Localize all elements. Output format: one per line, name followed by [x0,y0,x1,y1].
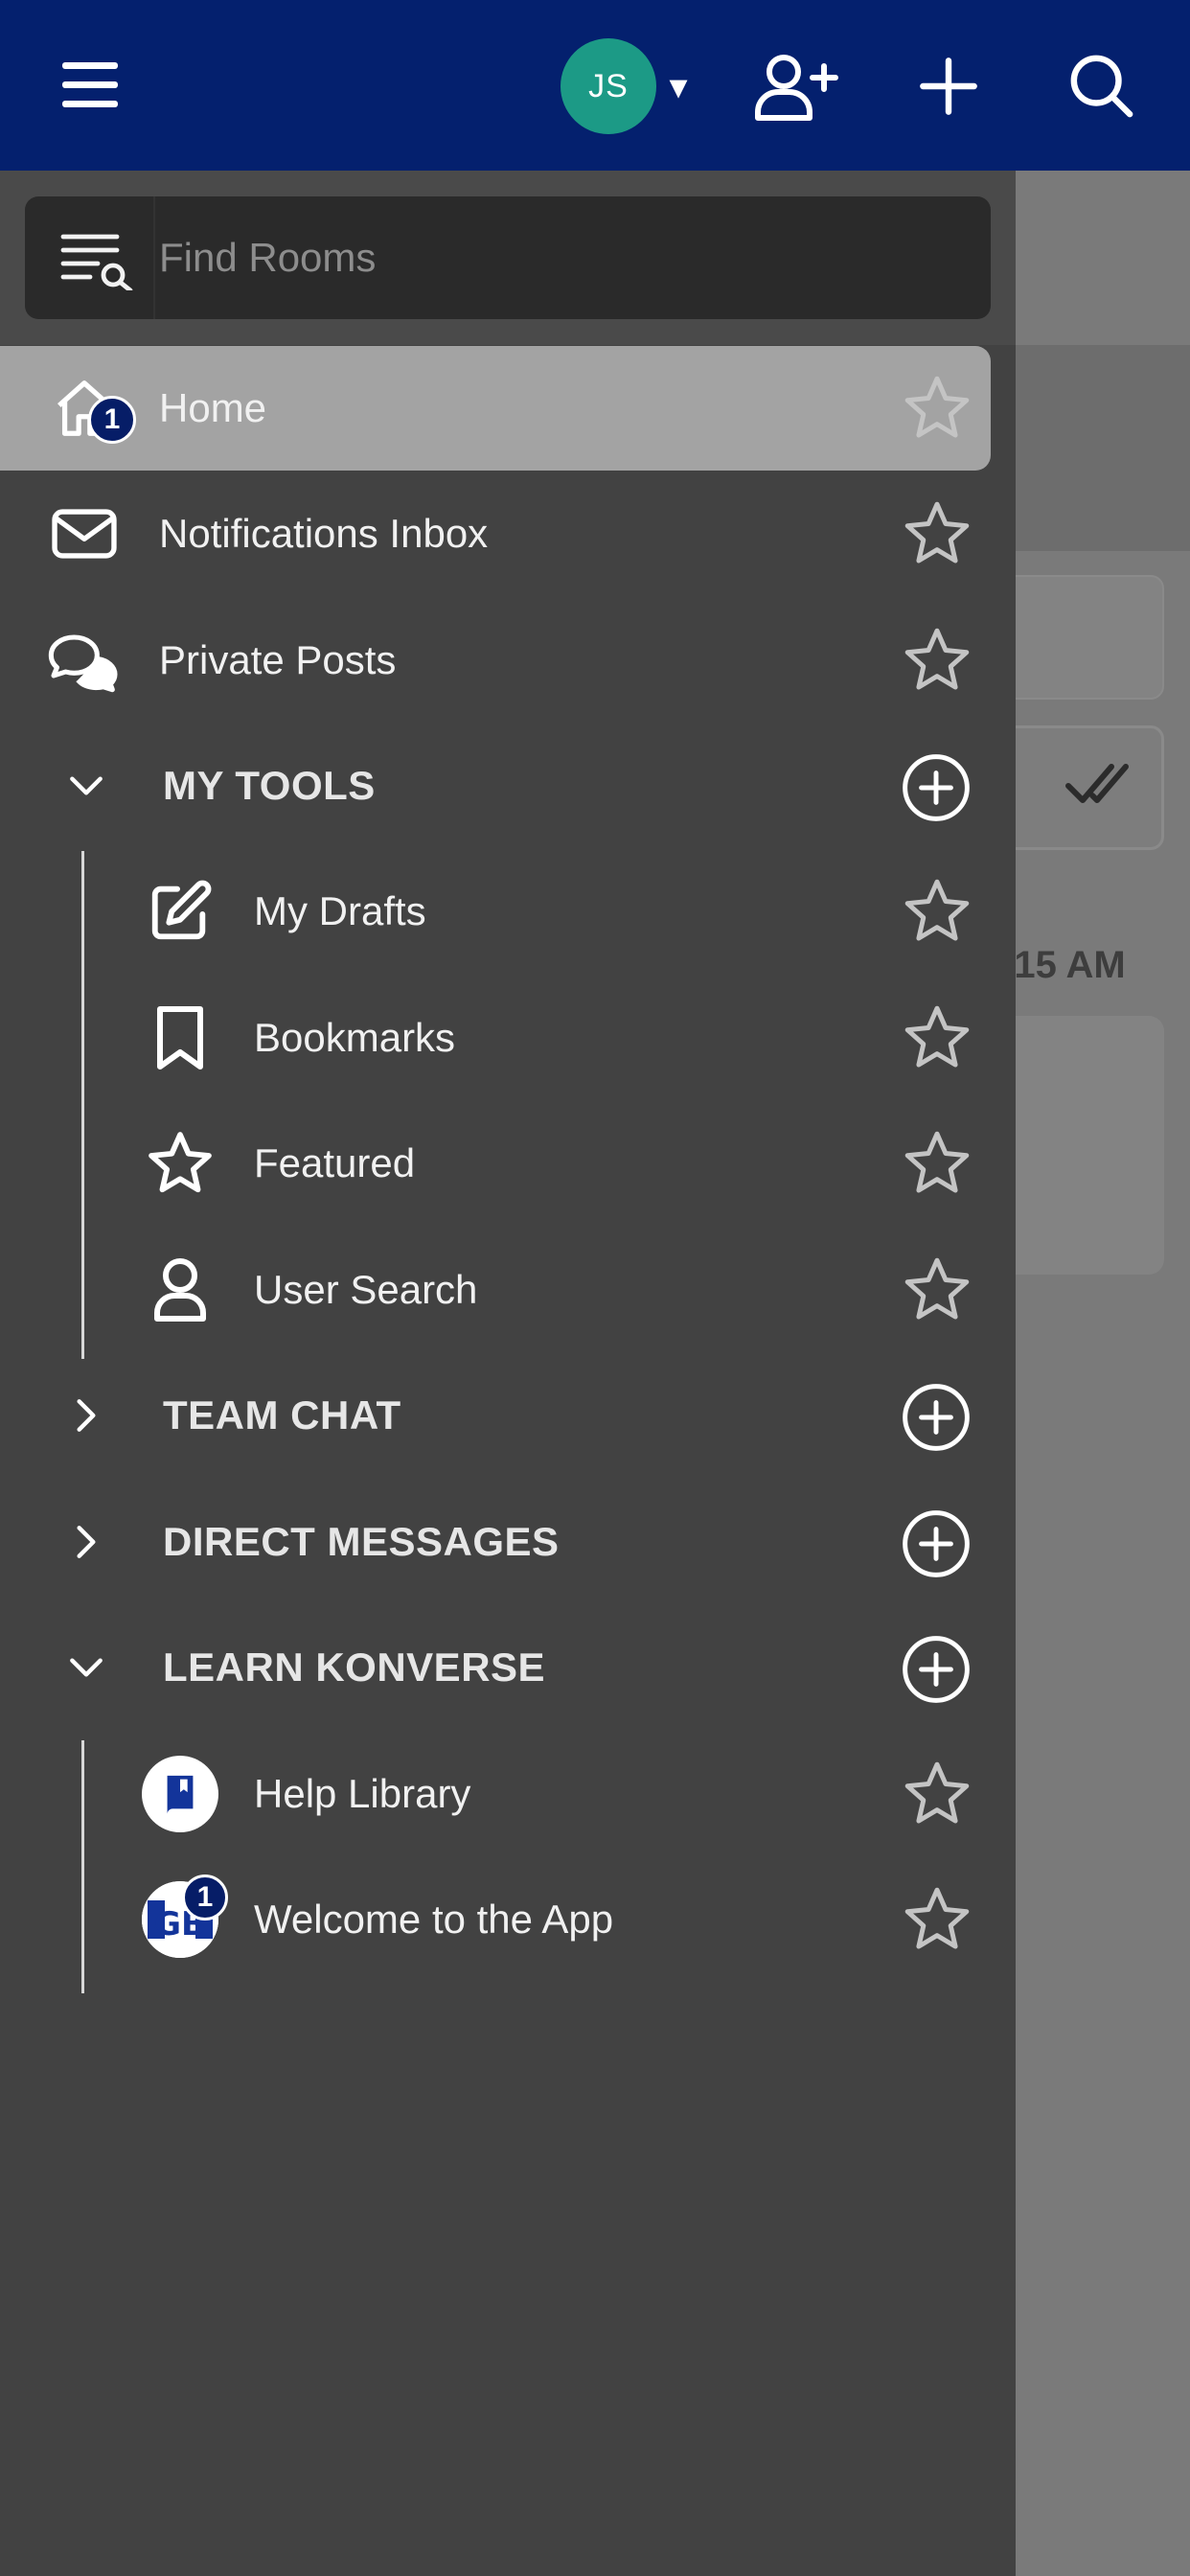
nav-item-label: User Search [254,1267,478,1312]
home-badge: 1 [88,396,136,444]
plus-icon [920,58,977,115]
search-divider [153,196,155,319]
chevron-down-icon[interactable] [57,757,115,815]
add-user-button[interactable] [747,40,843,132]
double-check-icon [1065,764,1129,803]
background-card [996,575,1164,700]
section-team-chat[interactable]: TEAM CHAT [0,1353,991,1478]
star-outline-icon[interactable] [899,371,975,446]
star-outline-icon[interactable] [899,1253,975,1327]
star-outline-icon[interactable] [899,1757,975,1831]
nav-item-private-posts[interactable]: Private Posts [0,598,991,723]
edit-icon [142,873,218,950]
user-avatar[interactable]: JS [561,38,656,134]
section-label: LEARN KONVERSE [163,1644,546,1690]
star-icon [142,1125,218,1202]
section-label: MY TOOLS [163,763,376,808]
background-timestamp: :15 AM [1001,944,1126,986]
star-outline-icon[interactable] [899,1126,975,1201]
star-outline-icon[interactable] [899,874,975,949]
section-label: TEAM CHAT [163,1392,401,1438]
nav-item-label: Bookmarks [254,1015,456,1060]
add-user-icon [755,55,838,121]
nav-item-label: Featured [254,1140,416,1185]
chevron-right-icon[interactable] [57,1387,115,1444]
nav-item-label: Private Posts [159,637,397,682]
nav-item-label: Help Library [254,1771,471,1816]
nav-item-user-search[interactable]: User Search [0,1228,991,1352]
nav-item-my-drafts[interactable]: My Drafts [0,849,991,974]
star-outline-icon[interactable] [899,1000,975,1075]
navigation-drawer: 1 Home Notifications Inbox Private Posts… [0,171,1016,2576]
nav-item-featured[interactable]: Featured [0,1101,991,1226]
nav-item-bookmarks[interactable]: Bookmarks [0,976,991,1100]
section-learn-konverse[interactable]: LEARN KONVERSE [0,1605,991,1730]
user-icon [142,1252,218,1328]
drawer-search-area [0,171,1016,345]
add-button[interactable] [901,40,996,132]
add-circle-icon[interactable] [901,1508,972,1579]
find-rooms-bar[interactable] [25,196,991,319]
section-direct-messages[interactable]: DIRECT MESSAGES [0,1480,991,1604]
nav-item-help-library[interactable]: Help Library [0,1732,991,1856]
nav-item-label: Welcome to the App [254,1897,614,1942]
search-button[interactable] [1054,40,1150,132]
section-label: DIRECT MESSAGES [163,1519,560,1564]
add-circle-icon[interactable] [901,1634,972,1705]
chat-bubbles-icon [46,622,123,699]
star-outline-icon[interactable] [899,623,975,698]
hamburger-icon [62,62,118,107]
book-icon [142,1756,218,1832]
room-search-icon [60,234,133,290]
add-circle-icon[interactable] [901,752,972,823]
background-band [1016,345,1190,551]
nav-item-label: Notifications Inbox [159,511,489,556]
background-card [996,1016,1164,1275]
nav-item-home[interactable]: 1 Home [0,346,991,471]
menu-button[interactable] [38,43,142,127]
chevron-right-icon[interactable] [57,1513,115,1571]
section-my-tools[interactable]: MY TOOLS [0,724,991,848]
nav-item-welcome-to-the-app[interactable]: GB 1 Welcome to the App [0,1857,991,1982]
star-outline-icon[interactable] [899,1882,975,1957]
search-icon [1070,55,1133,118]
nav-item-label: My Drafts [254,888,426,933]
add-circle-icon[interactable] [901,1382,972,1453]
top-app-bar: JS ▾ [0,0,1190,171]
nav-item-label: Home [159,385,267,430]
welcome-badge: 1 [182,1874,228,1920]
find-rooms-input[interactable] [159,218,964,298]
envelope-icon [46,495,123,572]
star-outline-icon[interactable] [899,496,975,571]
bookmark-icon [142,1000,218,1076]
chevron-down-icon[interactable] [57,1639,115,1696]
caret-down-icon[interactable]: ▾ [659,59,698,113]
nav-item-notifications-inbox[interactable]: Notifications Inbox [0,472,991,596]
